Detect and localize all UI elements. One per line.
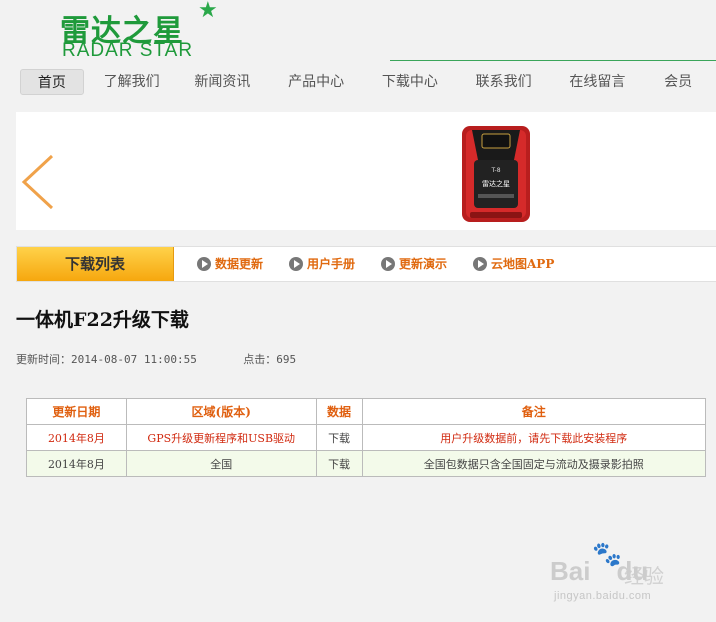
download-link[interactable]: 下载: [315, 450, 363, 477]
cell-remarks: 用户升级数据前，请先下载此安装程序: [361, 424, 707, 451]
article-meta: 更新时间：2014-08-07 11:00:55 点击：695: [16, 351, 296, 367]
play-icon: [381, 257, 395, 271]
tab-download-list[interactable]: 下载列表: [17, 247, 174, 281]
cell-date: 2014年8月: [26, 450, 127, 477]
update-time-label: 更新时间：: [16, 353, 71, 366]
page-title: 一体机F22升级下载: [16, 309, 189, 331]
nav-item-news[interactable]: 新闻资讯: [180, 69, 266, 95]
paw-icon: 🐾: [592, 540, 622, 568]
nav-item-home[interactable]: 首页: [20, 69, 84, 95]
table-row: 2014年8月 全国 下载 全国包数据只含全国固定与流动及摄录影拍照: [26, 450, 707, 477]
tab-data-update[interactable]: 数据更新: [197, 247, 263, 281]
cell-date: 2014年8月: [26, 424, 127, 451]
update-time-value: 2014-08-07 11:00:55: [71, 353, 197, 366]
play-icon: [473, 257, 487, 271]
tab-user-manual[interactable]: 用户手册: [289, 247, 355, 281]
star-icon: ★: [198, 0, 218, 23]
play-icon: [289, 257, 303, 271]
chevron-left-icon[interactable]: [20, 152, 56, 212]
nav-item-contact[interactable]: 联系我们: [461, 69, 547, 95]
site-logo[interactable]: 雷达之星 ★ RADAR STAR: [58, 0, 218, 61]
watermark-cn-text: 经验: [624, 564, 664, 588]
table-row: 2014年8月 GPS升级更新程序和USB驱动 下载 用户升级数据前，请先下载此…: [26, 424, 707, 451]
download-table: 更新日期 区域(版本) 数据 备注 2014年8月 GPS升级更新程序和USB驱…: [26, 398, 707, 477]
watermark-logo-bai: Bai: [550, 556, 591, 586]
nav-item-downloads[interactable]: 下载中心: [367, 69, 453, 95]
main-nav: 首页 了解我们 新闻资讯 产品中心 下载中心 联系我们 在线留言 会员: [16, 66, 716, 98]
cell-region: 全国: [125, 450, 317, 477]
header-divider: [390, 60, 716, 61]
header-update-date: 更新日期: [26, 398, 127, 425]
tab-cloud-map-app[interactable]: 云地图APP: [473, 247, 554, 281]
header-data: 数据: [315, 398, 363, 425]
tab-data-update-label: 数据更新: [215, 257, 264, 271]
nav-item-about[interactable]: 了解我们: [92, 69, 172, 95]
radar-device-image: T-8 雷达之星: [462, 126, 530, 222]
cell-remarks: 全国包数据只含全国固定与流动及摄录影拍照: [361, 450, 707, 477]
play-icon: [197, 257, 211, 271]
download-tabbar: 下载列表 数据更新 用户手册 更新演示 云地图APP: [16, 246, 716, 282]
banner-slider: T-8 雷达之星: [16, 112, 716, 230]
cell-region: GPS升级更新程序和USB驱动: [125, 424, 317, 451]
hits-label: 点击：: [243, 353, 277, 366]
hits-value: 695: [276, 353, 297, 366]
nav-item-member[interactable]: 会员: [648, 69, 708, 95]
tab-update-demo-label: 更新演示: [399, 257, 448, 271]
baidu-jingyan-watermark: Bai du 🐾 经验 jingyan.baidu.com: [548, 540, 698, 610]
tab-cloud-map-app-label: 云地图APP: [491, 257, 555, 271]
download-link[interactable]: 下载: [315, 424, 363, 451]
device-model-text: T-8: [490, 167, 500, 174]
watermark-url: jingyan.baidu.com: [554, 590, 652, 602]
table-header-row: 更新日期 区域(版本) 数据 备注: [26, 398, 707, 425]
nav-item-products[interactable]: 产品中心: [273, 69, 359, 95]
tab-update-demo[interactable]: 更新演示: [381, 247, 447, 281]
nav-item-message[interactable]: 在线留言: [554, 69, 640, 95]
header-region-version: 区域(版本): [125, 398, 317, 425]
logo-english-text: RADAR STAR: [62, 40, 194, 61]
header-remarks: 备注: [361, 398, 707, 425]
device-brand-text: 雷达之星: [482, 179, 510, 188]
tab-user-manual-label: 用户手册: [307, 257, 356, 271]
